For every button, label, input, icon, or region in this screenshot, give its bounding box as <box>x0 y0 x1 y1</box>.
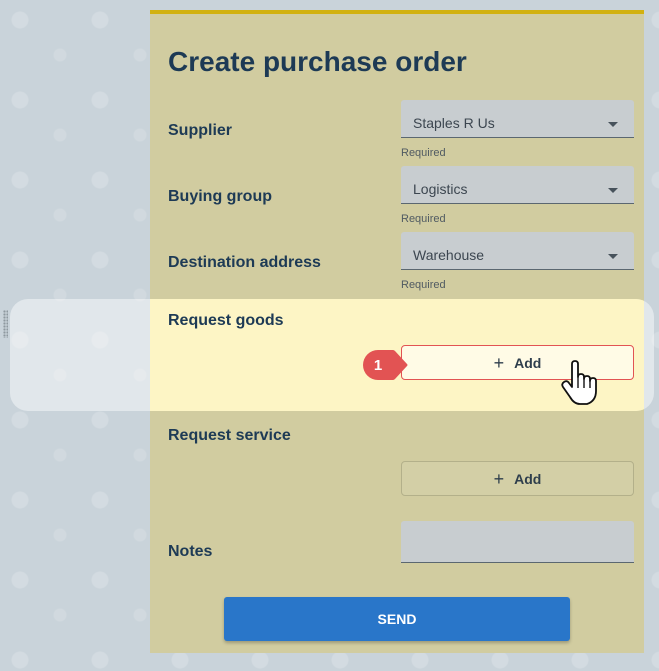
plus-icon: + <box>493 468 505 489</box>
caret-down-icon <box>608 254 618 259</box>
page-title: Create purchase order <box>168 46 467 77</box>
destination-address-value: Warehouse <box>413 247 485 263</box>
supplier-helper: Required <box>401 147 446 159</box>
add-goods-label: Add <box>514 354 542 371</box>
buying-group-label: Buying group <box>168 188 272 205</box>
notes-input[interactable] <box>401 521 634 563</box>
supplier-value: Staples R Us <box>413 115 495 131</box>
supplier-select[interactable]: Staples R Us <box>401 100 634 138</box>
step-badge: 1 <box>363 350 408 380</box>
add-service-button[interactable]: + Add <box>401 461 634 496</box>
plus-icon: + <box>493 352 505 373</box>
caret-down-icon <box>608 122 618 127</box>
hand-pointer-icon <box>561 360 597 405</box>
destination-address-helper: Required <box>401 279 446 291</box>
destination-address-select[interactable]: Warehouse <box>401 232 634 270</box>
buying-group-value: Logistics <box>413 181 468 197</box>
send-button[interactable]: SEND <box>224 597 570 641</box>
add-service-label: Add <box>514 470 542 487</box>
caret-down-icon <box>608 188 618 193</box>
drag-handle[interactable] <box>3 310 8 338</box>
notes-label: Notes <box>168 543 213 560</box>
buying-group-helper: Required <box>401 213 446 225</box>
destination-address-label: Destination address <box>168 254 321 271</box>
buying-group-select[interactable]: Logistics <box>401 166 634 204</box>
supplier-label: Supplier <box>168 122 233 139</box>
step-number: 1 <box>374 357 382 374</box>
request-goods-label: Request goods <box>168 312 284 329</box>
request-service-label: Request service <box>168 427 291 444</box>
